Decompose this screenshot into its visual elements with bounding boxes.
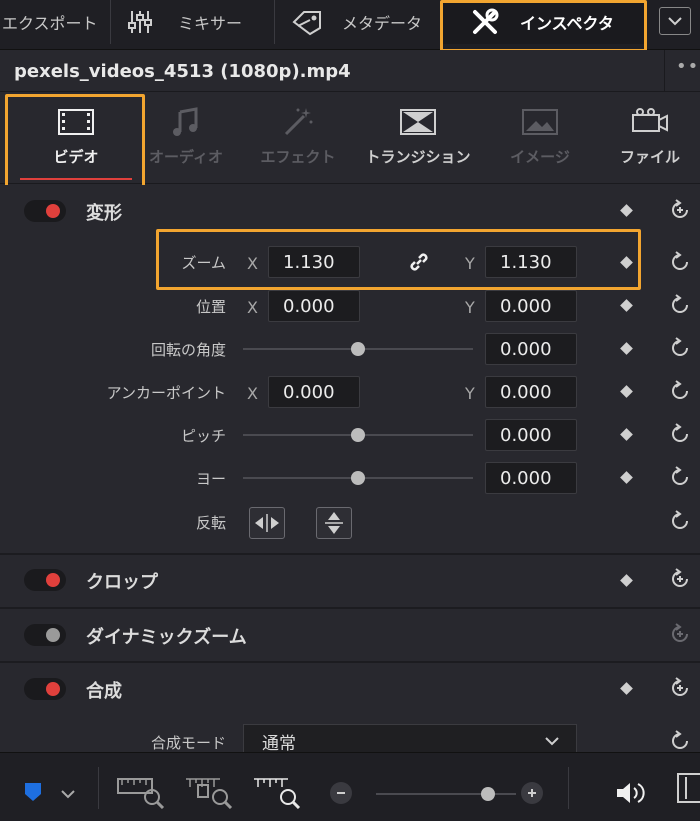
- crop-toggle[interactable]: [24, 569, 66, 591]
- transform-toggle[interactable]: [24, 200, 66, 222]
- rotation-label: 回転の角度: [150, 341, 226, 359]
- reset-icon[interactable]: [669, 730, 691, 752]
- reset-icon[interactable]: [669, 380, 691, 402]
- flag-icon[interactable]: [22, 781, 44, 807]
- composite-title: 合成: [86, 681, 122, 702]
- camera-icon: [629, 104, 671, 140]
- bottom-toolbar: [0, 752, 700, 821]
- transition-icon: [399, 104, 437, 140]
- more-options-icon[interactable]: ••: [676, 56, 699, 77]
- anchor-y-axis: Y: [465, 384, 475, 403]
- anchor-y-field[interactable]: 0.000: [485, 376, 577, 408]
- clip-filename: pexels_videos_4513 (1080p).mp4: [14, 61, 351, 82]
- position-y-field[interactable]: 0.000: [485, 290, 577, 322]
- timeline-zoom-knob[interactable]: [481, 787, 495, 801]
- crop-title: クロップ: [86, 572, 158, 593]
- reset-add-icon[interactable]: [669, 623, 691, 645]
- zoom-x-field[interactable]: 1.130: [268, 246, 360, 278]
- pitch-label: ピッチ: [180, 427, 226, 445]
- flip-vertical-button[interactable]: [316, 507, 352, 539]
- reset-add-icon[interactable]: [669, 568, 691, 590]
- file-header: pexels_videos_4513 (1080p).mp4 ••: [0, 50, 700, 92]
- zoom-in-button[interactable]: [521, 782, 543, 804]
- chevron-down-icon[interactable]: [659, 7, 691, 35]
- subtab-video[interactable]: ビデオ: [16, 104, 136, 174]
- reset-icon[interactable]: [669, 466, 691, 488]
- zoom-custom-icon[interactable]: [252, 775, 302, 813]
- subtab-image[interactable]: イメージ: [480, 104, 600, 174]
- dynamic-zoom-toggle[interactable]: [24, 624, 66, 646]
- magic-wand-icon: [280, 104, 316, 140]
- reset-add-icon[interactable]: [669, 199, 691, 221]
- rotation-slider-knob[interactable]: [351, 342, 365, 356]
- zoom-x-axis: X: [247, 254, 258, 273]
- anchor-x-field[interactable]: 0.000: [268, 376, 360, 408]
- composite-mode-label: 合成モード: [150, 734, 226, 752]
- flip-label: 反転: [195, 514, 226, 532]
- yaw-field[interactable]: 0.000: [485, 462, 577, 494]
- reset-icon[interactable]: [669, 510, 691, 532]
- transform-section: 変形: [0, 185, 700, 553]
- composite-toggle[interactable]: [24, 678, 66, 700]
- reset-icon[interactable]: [669, 337, 691, 359]
- subtab-file[interactable]: ファイル: [590, 104, 700, 174]
- zoom-y-axis: Y: [465, 254, 475, 273]
- tab-mixer[interactable]: ミキサー: [126, 0, 274, 44]
- music-note-icon: [168, 104, 204, 140]
- transform-title: 変形: [86, 203, 122, 224]
- yaw-label: ヨー: [195, 470, 226, 488]
- mixer-icon: [126, 8, 160, 36]
- position-label: 位置: [195, 298, 226, 316]
- film-icon: [56, 104, 96, 140]
- reset-icon[interactable]: [669, 294, 691, 316]
- zoom-full-timeline-icon[interactable]: [116, 775, 166, 813]
- flip-horizontal-button[interactable]: [249, 507, 285, 539]
- subtab-audio[interactable]: オーディオ: [126, 104, 246, 174]
- anchor-x-axis: X: [247, 384, 258, 403]
- zoom-label: ズーム: [181, 254, 226, 272]
- speaker-icon[interactable]: [614, 779, 646, 811]
- audio-meter-icon[interactable]: [677, 773, 700, 803]
- chevron-down-icon: [544, 733, 560, 753]
- keyframe-icon[interactable]: [620, 574, 633, 587]
- position-y-axis: Y: [465, 298, 475, 317]
- pitch-field[interactable]: 0.000: [485, 419, 577, 451]
- reset-icon[interactable]: [669, 423, 691, 445]
- tab-inspector[interactable]: インスペクタ: [442, 0, 644, 44]
- active-tab-indicator: [20, 178, 132, 180]
- rotation-field[interactable]: 0.000: [485, 333, 577, 365]
- zoom-out-button[interactable]: [330, 782, 352, 804]
- zoom-detail-icon[interactable]: [184, 775, 234, 813]
- link-icon[interactable]: [407, 250, 431, 278]
- reset-icon[interactable]: [669, 251, 691, 273]
- chevron-down-icon[interactable]: [60, 785, 76, 804]
- top-toolbar: エクスポート ミキサー メタデータ インスペクタ: [0, 0, 700, 52]
- timeline-zoom-slider[interactable]: [376, 793, 516, 795]
- reset-add-icon[interactable]: [669, 677, 691, 699]
- anchor-label: アンカーポイント: [106, 384, 226, 402]
- tab-metadata[interactable]: メタデータ: [290, 0, 440, 44]
- subtab-transition[interactable]: トランジション: [358, 104, 478, 174]
- keyframe-icon[interactable]: [620, 682, 633, 695]
- keyframe-icon[interactable]: [620, 204, 633, 217]
- pitch-slider-knob[interactable]: [351, 428, 365, 442]
- tag-icon: [290, 8, 328, 36]
- position-x-field[interactable]: 0.000: [268, 290, 360, 322]
- image-icon: [520, 104, 560, 140]
- tab-export[interactable]: エクスポート: [0, 0, 110, 44]
- inspector-subtabs: ビデオ オーディオ エフェクト トランジション イメージ ファイル: [0, 92, 700, 184]
- subtab-effects[interactable]: エフェクト: [238, 104, 358, 174]
- yaw-slider-knob[interactable]: [351, 471, 365, 485]
- tools-icon: [470, 8, 500, 36]
- zoom-y-field[interactable]: 1.130: [485, 246, 577, 278]
- dynamic-zoom-title: ダイナミックズーム: [86, 627, 247, 648]
- position-x-axis: X: [247, 298, 258, 317]
